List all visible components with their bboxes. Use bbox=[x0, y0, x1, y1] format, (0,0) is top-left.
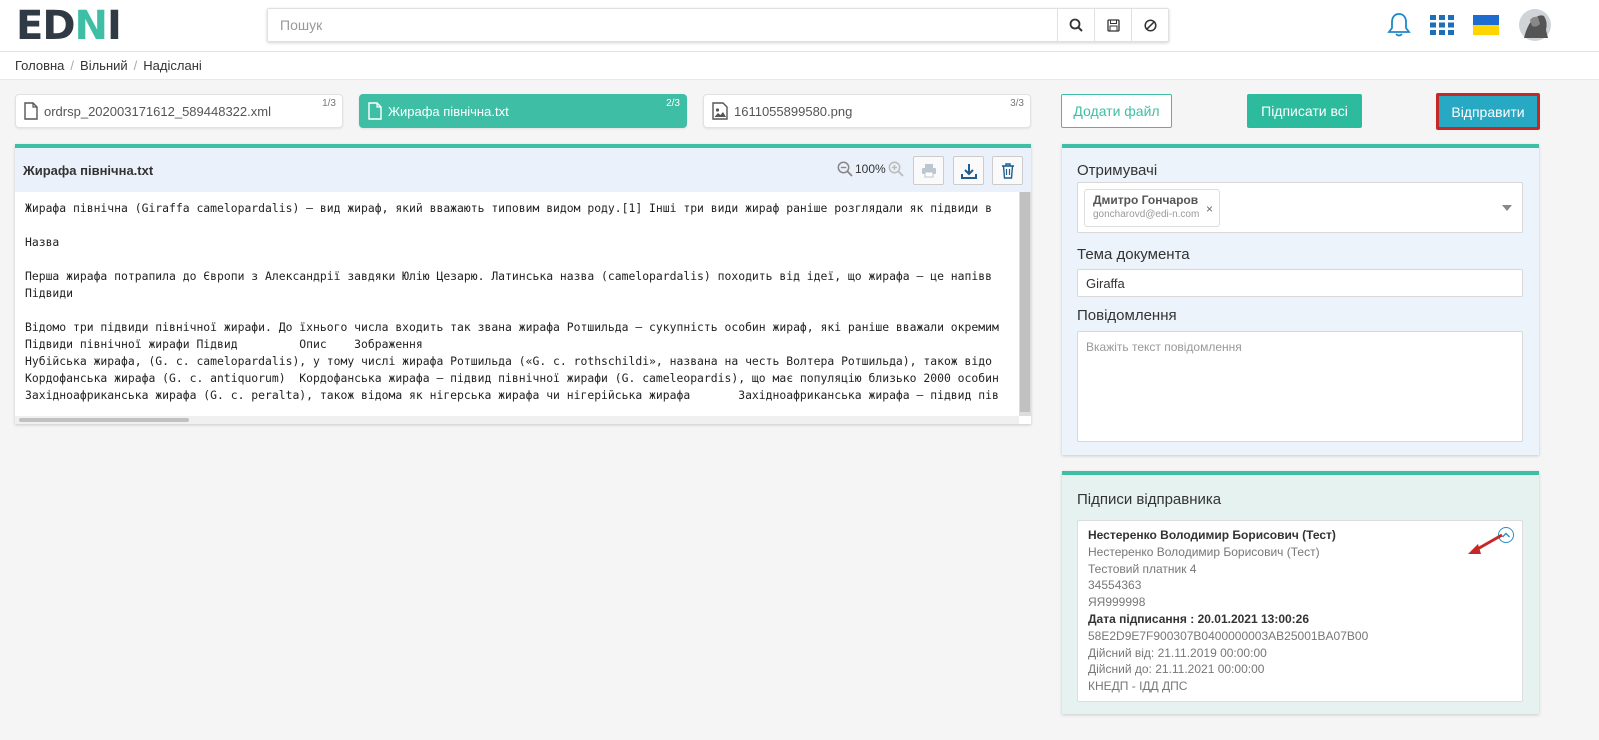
search-input[interactable] bbox=[268, 9, 1057, 41]
print-icon bbox=[921, 164, 936, 178]
recipient-chip: Дмитро Гончаров goncharovd@edi-n.com × bbox=[1084, 189, 1220, 227]
signer-name: Нестеренко Володимир Борисович (Тест) bbox=[1088, 544, 1320, 559]
download-button[interactable] bbox=[953, 156, 984, 185]
doc-line: Відомо три підвиди північної жирафи. До … bbox=[25, 320, 999, 334]
search-button[interactable] bbox=[1057, 9, 1094, 41]
send-form-panel: Отримувачі Дмитро Гончаров goncharovd@ed… bbox=[1062, 144, 1539, 455]
file-tab-xml[interactable]: ordrsp_202003171612_589448322.xml 1/3 bbox=[15, 94, 343, 128]
doc-line: Підвиди північної жирафи Підвид Опис Зоб… bbox=[25, 337, 423, 351]
certificate-serial: 58E2D9E7F900307B0400000003AB25001BA07B00 bbox=[1088, 628, 1369, 643]
signer-code: 34554363 bbox=[1088, 578, 1142, 593]
issuer: КНЕДП - ІДД ДПС bbox=[1088, 679, 1188, 694]
zoom-control: 100% bbox=[837, 161, 904, 177]
breadcrumb-free[interactable]: Вільний bbox=[80, 58, 128, 73]
signer-org: Тестовий платник 4 bbox=[1088, 561, 1197, 576]
file-counter: 3/3 bbox=[1010, 98, 1024, 109]
ukraine-flag-icon bbox=[1473, 15, 1499, 35]
breadcrumb-sent: Надіслані bbox=[143, 58, 202, 73]
recipient-email: goncharovd@edi-n.com bbox=[1093, 209, 1200, 220]
download-icon bbox=[960, 163, 977, 179]
horizontal-scrollbar[interactable] bbox=[15, 416, 1019, 424]
document-viewer: Жирафа північна.txt 100% Жирафа північна… bbox=[15, 144, 1031, 424]
sender-signatures-panel: Підписи відправника Нестеренко Володимир… bbox=[1062, 471, 1539, 714]
avatar[interactable] bbox=[1518, 8, 1552, 42]
image-icon bbox=[712, 102, 728, 120]
recipients-label: Отримувачі bbox=[1077, 162, 1158, 179]
subject-label: Тема документа bbox=[1077, 246, 1190, 263]
valid-from: Дійсний від: 21.11.2019 00:00:00 bbox=[1088, 645, 1267, 660]
zoom-level: 100% bbox=[855, 162, 886, 176]
file-tab-png[interactable]: 1611055899580.png 3/3 bbox=[703, 94, 1031, 128]
subject-input[interactable] bbox=[1077, 269, 1523, 297]
send-button[interactable]: Відправити bbox=[1436, 93, 1540, 130]
zoom-out-icon[interactable] bbox=[837, 161, 853, 177]
sign-date: Дата підписання : 20.01.2021 13:00:26 bbox=[1088, 611, 1310, 626]
viewer-title: Жирафа північна.txt bbox=[23, 162, 154, 178]
breadcrumb-separator: / bbox=[133, 58, 138, 73]
doc-line: Кордофанська жирафа (G. c. antiquorum) К… bbox=[25, 371, 999, 385]
sign-all-button[interactable]: Підписати всі bbox=[1247, 94, 1362, 128]
vertical-scrollbar[interactable] bbox=[1019, 192, 1031, 416]
top-header: EDNI bbox=[0, 0, 1599, 52]
breadcrumb-separator: / bbox=[70, 58, 75, 73]
file-name: ordrsp_202003171612_589448322.xml bbox=[44, 103, 271, 119]
file-name: Жирафа північна.txt bbox=[388, 103, 509, 119]
recipient-name: Дмитро Гончаров bbox=[1093, 193, 1199, 207]
doc-line: Назва bbox=[25, 235, 60, 249]
clear-search-button[interactable] bbox=[1131, 9, 1168, 41]
save-search-button[interactable] bbox=[1094, 9, 1131, 41]
trash-icon bbox=[1001, 162, 1014, 179]
viewer-toolbar: Жирафа північна.txt 100% bbox=[15, 148, 1031, 192]
recipients-select[interactable]: Дмитро Гончаров goncharovd@edi-n.com × bbox=[1077, 182, 1523, 233]
file-icon bbox=[24, 102, 38, 120]
signer-name-bold: Нестеренко Володимир Борисович (Тест) bbox=[1088, 528, 1336, 542]
document-content[interactable]: Жирафа північна (Giraffa camelopardalis)… bbox=[15, 192, 1019, 416]
message-textarea[interactable] bbox=[1077, 331, 1523, 442]
add-file-button[interactable]: Додати файл bbox=[1061, 94, 1172, 128]
search-icon bbox=[1069, 18, 1083, 32]
save-icon bbox=[1106, 18, 1120, 32]
signature-card: Нестеренко Володимир Борисович (Тест) Не… bbox=[1077, 520, 1523, 702]
valid-to: Дійсний до: 21.11.2021 00:00:00 bbox=[1088, 662, 1265, 677]
signer-id: ЯЯ999998 bbox=[1088, 595, 1146, 610]
clear-icon bbox=[1143, 18, 1157, 32]
message-label: Повідомлення bbox=[1077, 307, 1177, 324]
breadcrumb: Головна / Вільний / Надіслані bbox=[15, 58, 202, 73]
annotation-arrow-icon bbox=[1468, 533, 1503, 554]
doc-line: Перша жирафа потрапила до Європи з Алекс… bbox=[25, 269, 992, 283]
bell-icon bbox=[1387, 13, 1411, 37]
doc-line: Західноафриканська жирафа (G. c. peralta… bbox=[25, 388, 999, 402]
chevron-down-icon[interactable] bbox=[1502, 205, 1512, 211]
breadcrumb-home[interactable]: Головна bbox=[15, 58, 64, 73]
file-icon bbox=[368, 102, 382, 120]
notifications-button[interactable] bbox=[1384, 10, 1414, 40]
doc-line: Нубійська жирафа, (G. c. camelopardalis)… bbox=[25, 354, 992, 368]
file-counter: 1/3 bbox=[322, 98, 336, 109]
zoom-in-icon[interactable] bbox=[888, 161, 904, 177]
delete-button[interactable] bbox=[992, 156, 1023, 185]
file-counter: 2/3 bbox=[666, 98, 680, 109]
file-tab-txt[interactable]: Жирафа північна.txt 2/3 bbox=[359, 94, 687, 128]
signatures-title: Підписи відправника bbox=[1077, 491, 1222, 508]
apps-menu-button[interactable] bbox=[1427, 10, 1457, 40]
search-bar bbox=[267, 8, 1169, 42]
print-button[interactable] bbox=[913, 156, 944, 185]
remove-recipient-icon[interactable]: × bbox=[1206, 202, 1213, 216]
breadcrumb-bar bbox=[0, 52, 1599, 80]
apps-grid-icon bbox=[1430, 15, 1454, 35]
edin-logo[interactable]: EDNI bbox=[16, 6, 122, 46]
doc-line: Підвиди bbox=[25, 286, 74, 300]
doc-line: Жирафа північна (Giraffa camelopardalis)… bbox=[25, 201, 992, 215]
language-button[interactable] bbox=[1471, 10, 1501, 40]
file-name: 1611055899580.png bbox=[734, 103, 853, 119]
